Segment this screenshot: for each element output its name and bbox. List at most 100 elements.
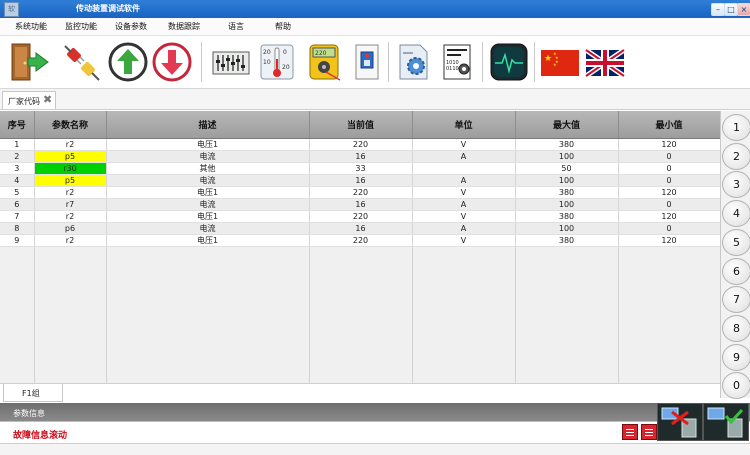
oscilloscope-icon[interactable] (489, 42, 529, 82)
cell-min[interactable]: 0 (618, 222, 721, 235)
number-button-4[interactable]: 4 (722, 200, 750, 228)
disconnect-plug-icon[interactable] (62, 42, 102, 82)
number-button-1[interactable]: 1 (722, 114, 750, 141)
cell-unit[interactable]: V (412, 138, 516, 151)
cell-name[interactable]: p5 (34, 150, 107, 163)
table-row[interactable]: 5 r2 电压1 220 V 380 120 (0, 186, 721, 199)
column-header-desc[interactable]: 描述 (106, 111, 310, 139)
close-button[interactable]: × (737, 3, 750, 16)
cell-no[interactable]: 2 (0, 150, 35, 163)
menu-help[interactable]: 帮助 (275, 21, 291, 32)
cell-name[interactable]: r7 (34, 198, 107, 211)
binary-code-icon[interactable]: 1010 0110 (437, 42, 477, 82)
number-button-2[interactable]: 2 (722, 142, 750, 170)
cell-value[interactable]: 16 (309, 198, 413, 211)
cell-desc[interactable]: 其他 (106, 162, 310, 175)
cell-desc[interactable]: 电压1 (106, 210, 310, 223)
network-connected-icon[interactable] (703, 403, 749, 441)
column-header-name[interactable]: 参数名称 (34, 111, 107, 139)
cell-desc[interactable]: 电压1 (106, 186, 310, 199)
cell-unit[interactable]: V (412, 210, 516, 223)
cell-unit[interactable]: A (412, 174, 516, 187)
cell-no[interactable]: 7 (0, 210, 35, 223)
column-header-max[interactable]: 最大值 (515, 111, 619, 139)
cell-value[interactable]: 220 (309, 138, 413, 151)
temperature-gauge-icon[interactable]: 20 10 0 20 (257, 42, 297, 82)
cell-min[interactable]: 0 (618, 174, 721, 187)
cell-value[interactable]: 16 (309, 222, 413, 235)
menu-system[interactable]: 系统功能 (15, 21, 47, 32)
cell-max[interactable]: 380 (515, 210, 619, 223)
cell-desc[interactable]: 电流 (106, 150, 310, 163)
menu-device-params[interactable]: 设备参数 (115, 21, 147, 32)
uk-flag-icon[interactable] (584, 42, 626, 82)
cell-no[interactable]: 3 (0, 162, 35, 175)
cell-value[interactable]: 220 (309, 234, 413, 247)
cell-value[interactable]: 220 (309, 186, 413, 199)
cell-min[interactable]: 120 (618, 210, 721, 223)
menu-monitor[interactable]: 监控功能 (65, 21, 97, 32)
cell-desc[interactable]: 电压1 (106, 138, 310, 151)
cell-no[interactable]: 4 (0, 174, 35, 187)
menu-data-trace[interactable]: 数据跟踪 (168, 21, 200, 32)
close-tab-icon[interactable]: ✖ (43, 93, 52, 106)
tab-f1-group[interactable]: F1组 (3, 384, 63, 402)
number-button-6[interactable]: 6 (722, 257, 750, 285)
cell-value[interactable]: 220 (309, 210, 413, 223)
number-button-7[interactable]: 7 (722, 286, 750, 314)
cell-min[interactable]: 120 (618, 186, 721, 199)
number-button-3[interactable]: 3 (722, 171, 750, 199)
table-row[interactable]: 2 p5 电流 16 A 100 0 (0, 150, 721, 163)
cell-no[interactable]: 1 (0, 138, 35, 151)
cell-name[interactable]: r2 (34, 210, 107, 223)
cell-min[interactable]: 0 (618, 198, 721, 211)
cell-desc[interactable]: 电流 (106, 198, 310, 211)
cell-min[interactable]: 0 (618, 162, 721, 175)
cell-name[interactable]: r2 (34, 234, 107, 247)
settings-document-icon[interactable] (394, 42, 434, 82)
cell-no[interactable]: 8 (0, 222, 35, 235)
upload-arrow-icon[interactable] (108, 42, 148, 82)
cell-no[interactable]: 6 (0, 198, 35, 211)
cell-unit[interactable] (412, 162, 516, 175)
multimeter-icon[interactable]: 220 (304, 42, 344, 82)
cell-max[interactable]: 380 (515, 234, 619, 247)
cell-max[interactable]: 380 (515, 138, 619, 151)
number-button-8[interactable]: 8 (722, 314, 750, 342)
table-row[interactable]: 1 r2 电压1 220 V 380 120 (0, 138, 721, 151)
cell-desc[interactable]: 电流 (106, 222, 310, 235)
cell-desc[interactable]: 电压1 (106, 234, 310, 247)
cell-min[interactable]: 120 (618, 138, 721, 151)
cell-max[interactable]: 100 (515, 222, 619, 235)
cell-no[interactable]: 9 (0, 234, 35, 247)
column-header-min[interactable]: 最小值 (618, 111, 721, 139)
cell-desc[interactable]: 电流 (106, 174, 310, 187)
cell-max[interactable]: 100 (515, 150, 619, 163)
cell-min[interactable]: 120 (618, 234, 721, 247)
exit-door-icon[interactable] (10, 42, 50, 82)
cell-name[interactable]: r30 (34, 162, 107, 175)
parameter-sliders-icon[interactable] (211, 42, 251, 82)
download-arrow-icon[interactable] (152, 42, 192, 82)
cell-max[interactable]: 100 (515, 174, 619, 187)
cell-max[interactable]: 50 (515, 162, 619, 175)
number-button-9[interactable]: 9 (722, 343, 750, 371)
cell-min[interactable]: 0 (618, 150, 721, 163)
column-header-unit[interactable]: 单位 (412, 111, 516, 139)
table-row[interactable]: 7 r2 电压1 220 V 380 120 (0, 210, 721, 223)
device-panel-icon[interactable] (347, 42, 387, 82)
network-disconnected-icon[interactable] (657, 403, 703, 441)
cell-value[interactable]: 16 (309, 174, 413, 187)
fault-list-button[interactable] (622, 424, 638, 440)
fault-log-button[interactable] (641, 424, 657, 440)
cell-max[interactable]: 380 (515, 186, 619, 199)
cell-name[interactable]: p5 (34, 174, 107, 187)
cell-max[interactable]: 100 (515, 198, 619, 211)
column-header-no[interactable]: 序号 (0, 111, 35, 139)
column-header-value[interactable]: 当前值 (309, 111, 413, 139)
cell-value[interactable]: 33 (309, 162, 413, 175)
menu-language[interactable]: 语言 (228, 21, 244, 32)
table-row[interactable]: 8 p6 电流 16 A 100 0 (0, 222, 721, 235)
tab-vendor-code[interactable]: 厂家代码 ✖ (2, 91, 56, 109)
cell-no[interactable]: 5 (0, 186, 35, 199)
